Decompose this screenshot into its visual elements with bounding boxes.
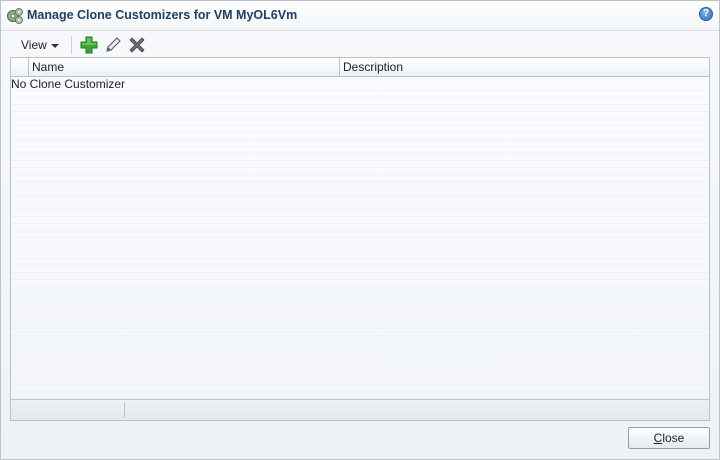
view-menu-label: View [21,38,47,52]
manage-clone-customizers-dialog: Manage Clone Customizers for VM MyOL6Vm … [0,0,720,460]
edit-pencil-icon[interactable] [103,35,123,55]
customizers-table: Name Description No Clone Customizer [10,57,710,421]
view-menu-button[interactable]: View [11,35,65,55]
table-header: Name Description [11,58,709,77]
add-icon[interactable] [79,35,99,55]
dialog-titlebar: Manage Clone Customizers for VM MyOL6Vm … [1,1,719,31]
table-body: No Clone Customizer [11,77,709,400]
chevron-down-icon [50,43,59,48]
column-header-description[interactable]: Description [339,58,709,76]
dialog-title: Manage Clone Customizers for VM MyOL6Vm [27,8,298,22]
help-icon[interactable]: ? [699,7,713,21]
status-bar-divider [124,402,125,418]
row-selector-header [11,58,28,76]
gear-cluster-icon [7,8,23,24]
close-button[interactable]: Close [628,427,710,449]
table-status-bar [11,399,709,420]
empty-table-message: No Clone Customizer [11,77,126,91]
delete-x-icon[interactable] [127,35,147,55]
toolbar: View [11,33,709,57]
column-header-name[interactable]: Name [28,58,339,76]
toolbar-separator [71,36,72,54]
close-label: lose [662,431,685,445]
